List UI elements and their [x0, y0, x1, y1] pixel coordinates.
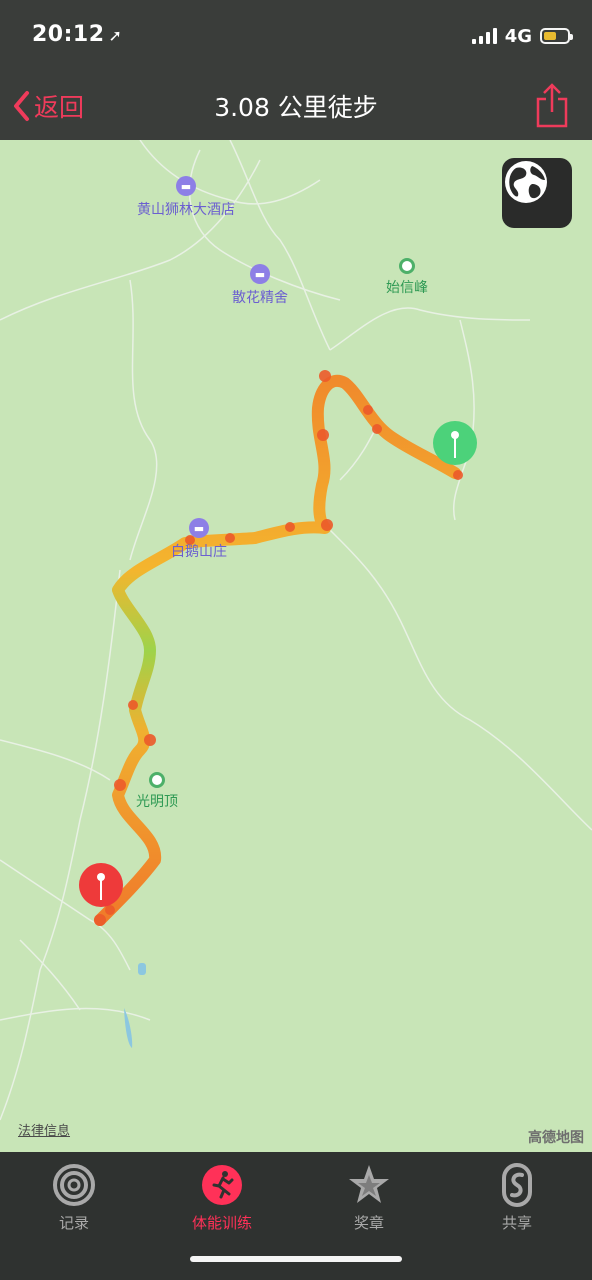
nav-bar: 返回 3.08 公里徒步	[0, 72, 592, 140]
map-poi-hotel[interactable]: ▬ 散花精舍	[232, 264, 288, 307]
scenic-spot-icon	[399, 258, 415, 274]
map-canvas	[0, 140, 592, 1121]
network-type: 4G	[504, 25, 532, 47]
poi-label: 白鹅山庄	[171, 544, 227, 560]
map-poi-peak[interactable]: 始信峰	[386, 258, 428, 297]
route-map[interactable]: ▬ 黄山狮林大酒店 ▬ 散花精舍 始信峰 ▬ 白鹅山庄 光明顶 法律信息 高德地…	[0, 140, 592, 1152]
poi-label: 光明顶	[136, 794, 178, 810]
map-poi-hotel[interactable]: ▬ 黄山狮林大酒店	[137, 176, 235, 219]
poi-label: 散花精舍	[232, 290, 288, 306]
tab-label: 记录	[58, 1214, 89, 1232]
tab-label: 奖章	[353, 1214, 384, 1232]
scenic-spot-icon	[149, 772, 165, 788]
poi-label: 始信峰	[386, 280, 428, 296]
globe-icon	[505, 161, 547, 203]
home-indicator	[190, 1256, 402, 1262]
tab-workouts[interactable]: 体能训练	[167, 1162, 277, 1233]
cellular-signal-icon	[471, 28, 497, 44]
location-arrow-icon: ➚	[108, 26, 123, 45]
sharing-icon	[502, 1163, 532, 1207]
map-road	[452, 319, 475, 521]
route-start-pin[interactable]	[433, 421, 477, 465]
route-trail	[94, 375, 461, 926]
map-poi-peak[interactable]: 光明顶	[136, 772, 178, 811]
poi-label: 黄山狮林大酒店	[137, 202, 235, 218]
map-road	[329, 307, 531, 351]
tab-sharing[interactable]: 共享	[462, 1162, 572, 1233]
activity-rings-icon	[53, 1164, 95, 1206]
map-style-button[interactable]	[502, 158, 572, 228]
map-road	[19, 939, 81, 1011]
status-bar: 20:12 ➚ 4G	[0, 0, 592, 72]
tab-label: 体能训练	[191, 1214, 252, 1232]
battery-icon	[540, 28, 573, 44]
star-award-icon	[349, 1165, 389, 1203]
status-time: 20:12 ➚	[32, 22, 123, 47]
tab-label: 共享	[501, 1214, 532, 1232]
map-road	[229, 140, 331, 351]
map-provider-logo: 高德地图	[528, 1130, 584, 1146]
running-figure-icon	[202, 1165, 242, 1205]
map-lake	[138, 963, 146, 975]
bed-icon: ▬	[250, 264, 270, 284]
map-road	[0, 569, 121, 1121]
tab-history[interactable]: 记录	[19, 1162, 129, 1233]
legal-info-link[interactable]: 法律信息	[18, 1120, 70, 1139]
page-title: 3.08 公里徒步	[214, 93, 378, 122]
map-poi-hotel[interactable]: ▬ 白鹅山庄	[171, 518, 227, 561]
tab-awards[interactable]: 奖章	[314, 1162, 424, 1233]
map-road	[129, 279, 158, 561]
bed-icon: ▬	[189, 518, 209, 538]
route-end-pin[interactable]	[79, 863, 123, 907]
share-button[interactable]	[534, 80, 570, 130]
bed-icon: ▬	[176, 176, 196, 196]
map-road	[329, 529, 592, 831]
